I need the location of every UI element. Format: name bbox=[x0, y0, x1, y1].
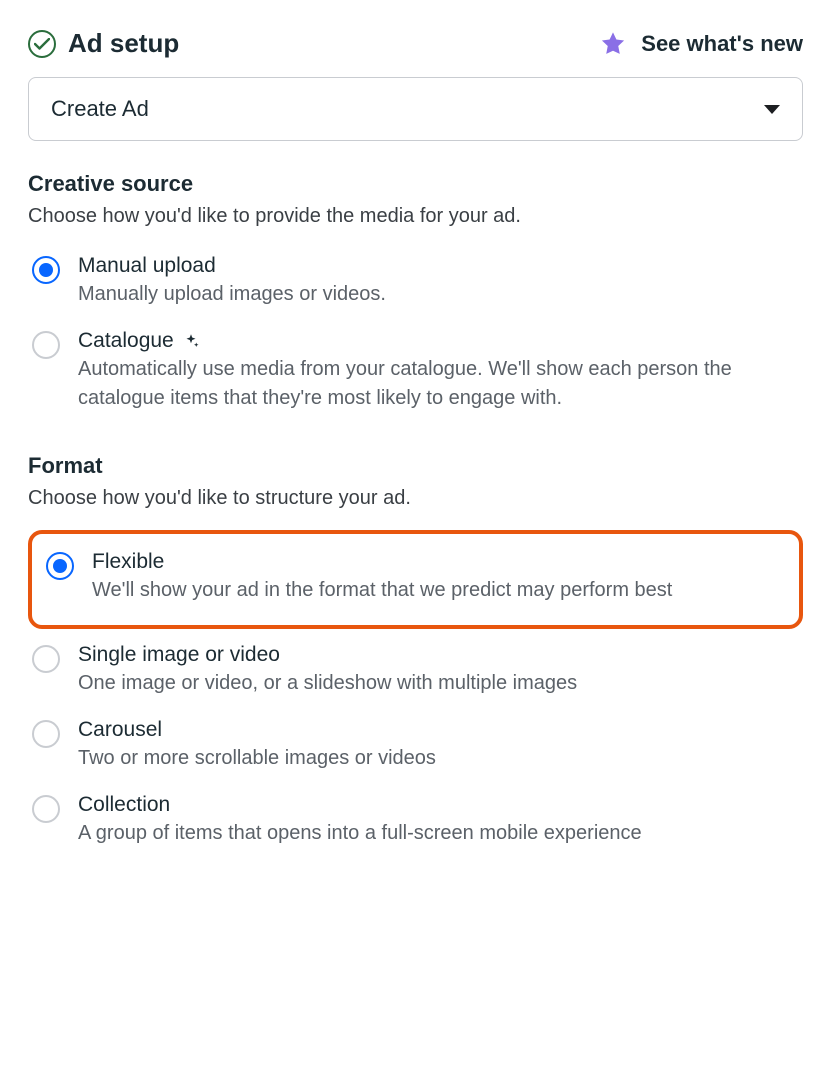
option-label-catalogue: Catalogue bbox=[78, 329, 799, 353]
option-desc-single: One image or video, or a slideshow with … bbox=[78, 669, 799, 698]
format-subtitle: Choose how you'd like to structure your … bbox=[28, 487, 803, 510]
radio-manual-upload[interactable] bbox=[32, 256, 60, 284]
option-desc-carousel: Two or more scrollable images or videos bbox=[78, 744, 799, 773]
option-label-carousel: Carousel bbox=[78, 718, 799, 742]
highlight-flexible: Flexible We'll show your ad in the forma… bbox=[28, 530, 803, 629]
option-catalogue[interactable]: Catalogue Automatically use media from y… bbox=[28, 323, 803, 427]
creative-source-title: Creative source bbox=[28, 171, 803, 197]
creative-source-section: Creative source Choose how you'd like to… bbox=[28, 171, 803, 427]
option-label-flexible: Flexible bbox=[92, 550, 785, 574]
caret-down-icon bbox=[764, 105, 780, 114]
option-body: Manual upload Manually upload images or … bbox=[78, 254, 799, 309]
create-ad-dropdown[interactable]: Create Ad bbox=[28, 77, 803, 141]
radio-single[interactable] bbox=[32, 645, 60, 673]
format-section: Format Choose how you'd like to structur… bbox=[28, 453, 803, 862]
header-left: Ad setup bbox=[28, 28, 179, 59]
option-single-image-video[interactable]: Single image or video One image or video… bbox=[28, 637, 803, 712]
star-icon bbox=[599, 30, 627, 58]
option-desc-collection: A group of items that opens into a full-… bbox=[78, 819, 799, 848]
option-label-collection: Collection bbox=[78, 793, 799, 817]
option-flexible[interactable]: Flexible We'll show your ad in the forma… bbox=[42, 544, 789, 619]
whats-new-button[interactable]: See what's new bbox=[599, 30, 803, 58]
creative-source-subtitle: Choose how you'd like to provide the med… bbox=[28, 205, 803, 228]
option-desc-flexible: We'll show your ad in the format that we… bbox=[92, 576, 785, 605]
option-body: Collection A group of items that opens i… bbox=[78, 793, 799, 848]
option-manual-upload[interactable]: Manual upload Manually upload images or … bbox=[28, 248, 803, 323]
option-label-manual: Manual upload bbox=[78, 254, 799, 278]
option-body: Single image or video One image or video… bbox=[78, 643, 799, 698]
sparkle-icon bbox=[182, 332, 200, 350]
option-desc-catalogue: Automatically use media from your catalo… bbox=[78, 355, 799, 413]
radio-carousel[interactable] bbox=[32, 720, 60, 748]
radio-flexible[interactable] bbox=[46, 552, 74, 580]
check-circle-icon bbox=[28, 30, 56, 58]
option-body: Catalogue Automatically use media from y… bbox=[78, 329, 799, 413]
page-title: Ad setup bbox=[68, 28, 179, 59]
radio-catalogue[interactable] bbox=[32, 331, 60, 359]
option-body: Flexible We'll show your ad in the forma… bbox=[92, 550, 785, 605]
catalogue-label-text: Catalogue bbox=[78, 329, 174, 353]
dropdown-selected-label: Create Ad bbox=[51, 96, 149, 122]
option-body: Carousel Two or more scrollable images o… bbox=[78, 718, 799, 773]
option-label-single: Single image or video bbox=[78, 643, 799, 667]
option-desc-manual: Manually upload images or videos. bbox=[78, 280, 799, 309]
option-collection[interactable]: Collection A group of items that opens i… bbox=[28, 787, 803, 862]
whats-new-label: See what's new bbox=[641, 31, 803, 57]
radio-collection[interactable] bbox=[32, 795, 60, 823]
header-row: Ad setup See what's new bbox=[28, 28, 803, 59]
option-carousel[interactable]: Carousel Two or more scrollable images o… bbox=[28, 712, 803, 787]
format-title: Format bbox=[28, 453, 803, 479]
